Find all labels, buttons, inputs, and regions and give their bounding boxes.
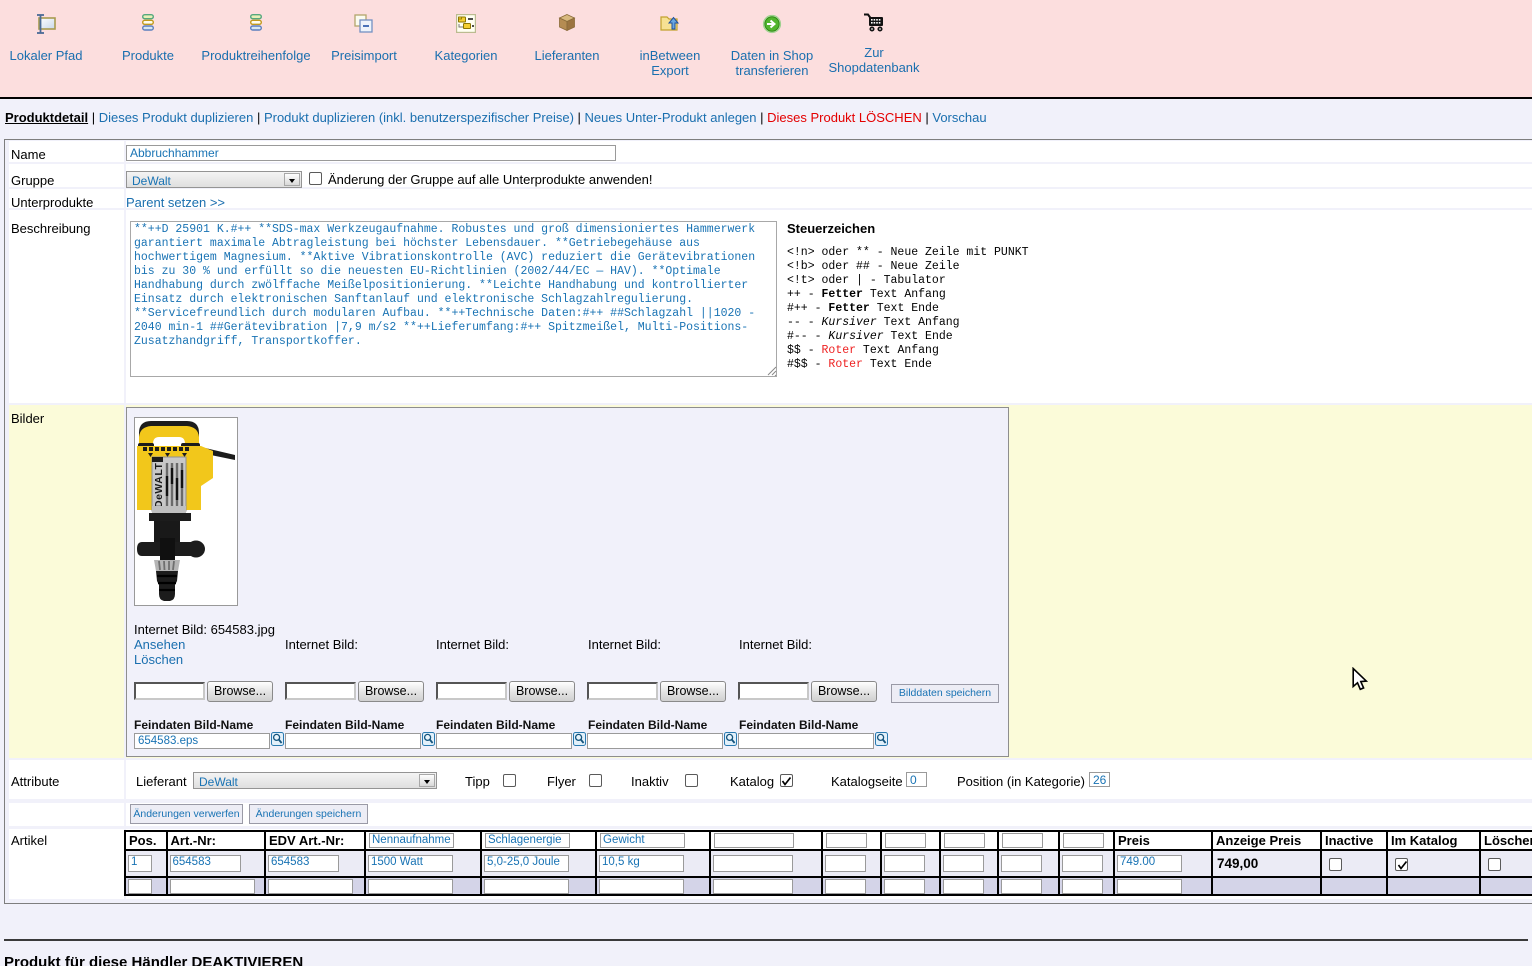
svg-text:DeWALT: DeWALT — [153, 463, 165, 508]
